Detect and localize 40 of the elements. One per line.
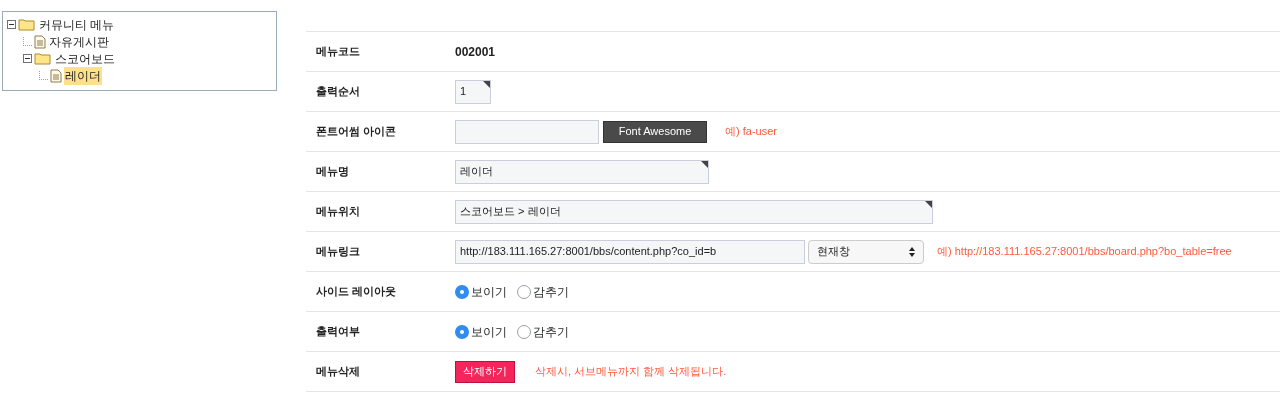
radio-button[interactable] <box>517 324 531 339</box>
text-field[interactable]: 레이더 <box>455 159 709 184</box>
target-select[interactable]: 현재창 <box>808 239 924 264</box>
warning-text: 삭제시, 서브메뉴까지 함께 삭제됩니다. <box>535 364 727 380</box>
hint-text: 예) fa-user <box>725 124 777 140</box>
field-label: 사이드 레이아웃 <box>315 284 398 300</box>
radio-button[interactable] <box>455 324 469 339</box>
field-label: 메뉴코드 <box>315 44 361 60</box>
hint-text: 예) http://183.111.165.27:8001/bbs/board.php?bo_table=free <box>937 244 1232 260</box>
link-field[interactable]: http://183.111.165.27:8001/bbs/content.php?co_id=b <box>455 239 805 264</box>
field-label: 메뉴삭제 <box>315 364 361 380</box>
menu-code: 002001 <box>455 43 496 61</box>
field-label: 메뉴위치 <box>315 204 361 220</box>
radio-label: 감추기 <box>533 283 569 301</box>
field-label: 메뉴링크 <box>315 244 361 260</box>
folder-icon <box>34 52 52 65</box>
radio-button[interactable] <box>455 284 469 299</box>
text-field[interactable]: 1 <box>455 79 491 104</box>
radio-label: 보이기 <box>471 323 507 341</box>
collapse-toggle-icon[interactable] <box>23 54 32 63</box>
tree-item[interactable]: 레이더 <box>64 66 102 85</box>
tree-item[interactable]: 자유게시판 <box>48 32 110 51</box>
document-icon <box>50 68 62 83</box>
tree-item[interactable]: 커뮤니티 메뉴 <box>38 15 116 34</box>
icon-field[interactable] <box>455 119 599 144</box>
field-label: 출력여부 <box>315 324 361 340</box>
radio-label: 감추기 <box>533 323 569 341</box>
font-awesome-button[interactable]: Font Awesome <box>603 120 707 143</box>
folder-icon <box>18 18 36 31</box>
field-label: 출력순서 <box>315 84 361 100</box>
field-label: 폰트어썸 아이콘 <box>315 124 398 140</box>
delete-button[interactable]: 삭제하기 <box>455 360 515 383</box>
radio-button[interactable] <box>517 284 531 299</box>
text-field[interactable]: 스코어보드 > 레이더 <box>455 199 933 224</box>
document-icon <box>34 34 46 49</box>
radio-label: 보이기 <box>471 283 507 301</box>
field-label: 메뉴명 <box>315 164 350 180</box>
collapse-toggle-icon[interactable] <box>7 20 16 29</box>
select-arrows-icon <box>909 246 915 257</box>
tree-item[interactable]: 스코어보드 <box>54 49 116 68</box>
